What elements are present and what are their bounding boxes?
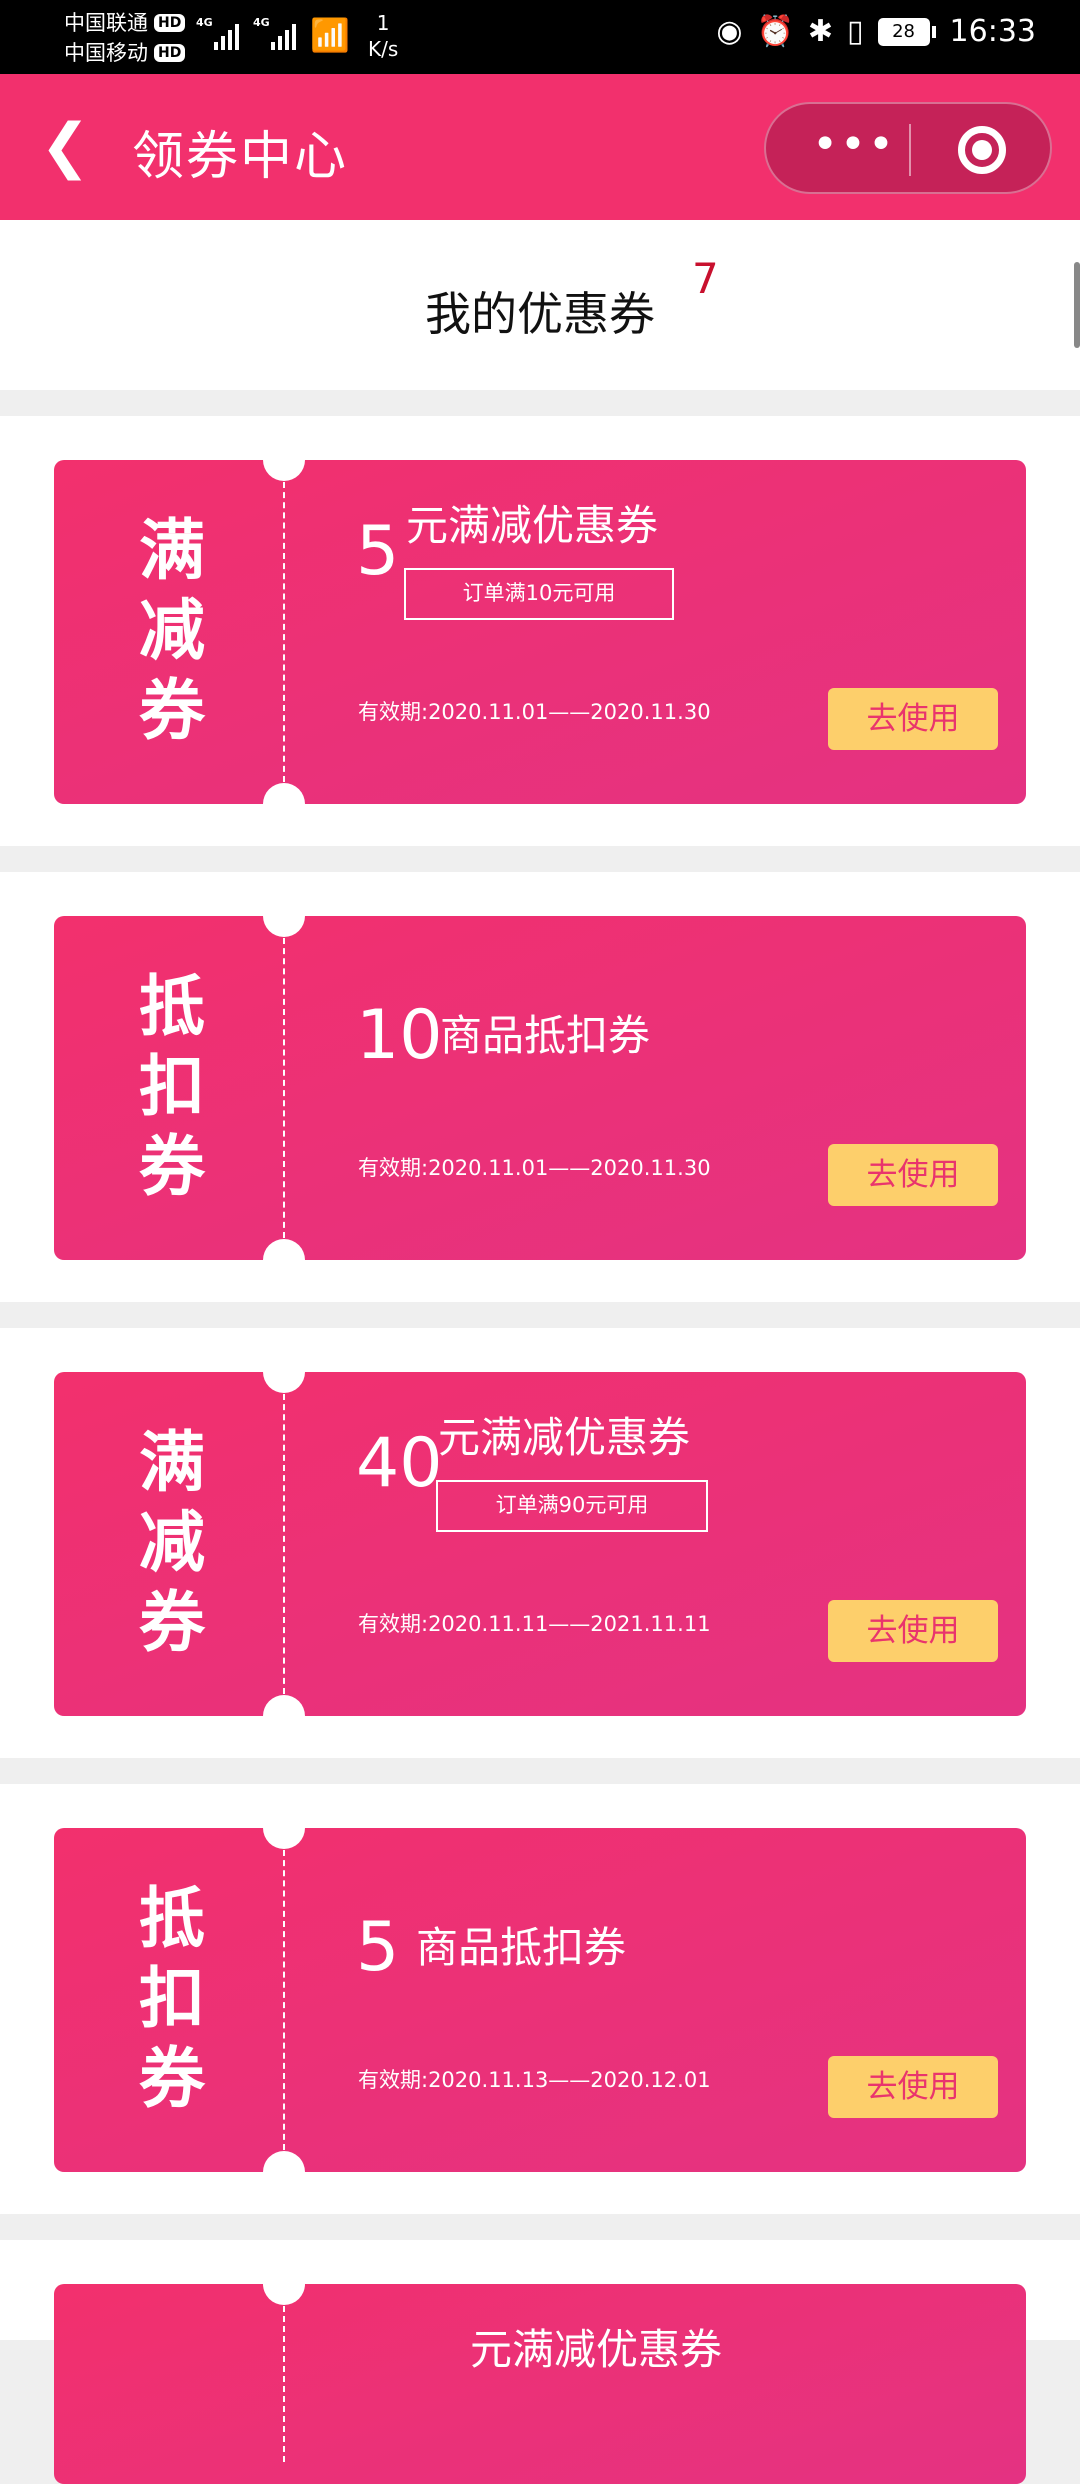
vibrate-icon: ▯ (847, 14, 864, 49)
use-button[interactable]: 去使用 (828, 1600, 998, 1662)
signal-indicators: 4G 4G 📶 (196, 16, 350, 54)
divider (283, 1850, 285, 2150)
notch (263, 1239, 305, 1281)
divider (283, 1394, 285, 1694)
coupon-title: 元满减优惠券 (406, 501, 659, 550)
coupon-header: 我的优惠券 7 (0, 220, 1080, 390)
coupon-section: 满减券 40 元满减优惠券 订单满90元可用 有效期:2020.11.11——2… (0, 1328, 1080, 1758)
coupon-section: 抵扣券 5 商品抵扣券 有效期:2020.11.13——2020.12.01 去… (0, 1784, 1080, 2214)
coupon-section: 元满减优惠券 (0, 2240, 1080, 2484)
coupon-validity: 有效期:2020.11.13——2020.12.01 (358, 2068, 711, 2092)
eye-icon: ◉ (716, 14, 743, 49)
use-button[interactable]: 去使用 (828, 688, 998, 750)
divider (283, 2306, 285, 2462)
coupon-title: 商品抵扣券 (440, 1011, 651, 1060)
section-title: 我的优惠券 (425, 287, 655, 341)
signal-icon: 4G (196, 16, 239, 50)
notch (263, 1807, 305, 1849)
network-speed: 1 K/s (368, 11, 399, 61)
wifi-icon: 📶 (310, 16, 350, 54)
carrier-info: 中国联通 HD 中国移动 HD (64, 8, 186, 68)
coupon-amount: 5 (356, 1908, 400, 1987)
coupon-card: 抵扣券 5 商品抵扣券 有效期:2020.11.13——2020.12.01 去… (54, 1807, 1026, 2193)
capsule-divider (909, 124, 911, 176)
coupon-title: 元满减优惠券 (438, 1413, 691, 1462)
coupon-condition: 订单满90元可用 (436, 1480, 708, 1532)
carrier-2: 中国移动 (64, 41, 148, 65)
coupon-condition: 订单满10元可用 (404, 568, 674, 620)
status-bar: 中国联通 HD 中国移动 HD 4G 4G 📶 1 K/s ◉ ⏰ ✱ ▯ 28 16… (0, 0, 1080, 74)
use-button[interactable]: 去使用 (828, 1144, 998, 1206)
divider (283, 938, 285, 1238)
coupon-amount: 40 (356, 1424, 443, 1503)
nav-bar: ❮ 领券中心 ••• (0, 74, 1080, 220)
coupon-title: 元满减优惠券 (470, 2325, 723, 2374)
notch (263, 2263, 305, 2305)
notch (263, 439, 305, 481)
notch (263, 1695, 305, 1737)
notch (263, 1351, 305, 1393)
mini-program-capsule: ••• (764, 102, 1052, 194)
coupon-type-label: 满减券 (139, 1423, 205, 1661)
clock: 16:33 (949, 14, 1036, 49)
notch (263, 783, 305, 825)
battery-icon: 28 (877, 17, 936, 46)
coupon-type-label: 满减券 (139, 511, 205, 749)
coupon-type-label: 抵扣券 (139, 967, 205, 1205)
coupon-amount: 10 (356, 996, 443, 1075)
coupon-type-label: 抵扣券 (139, 1879, 205, 2117)
hd-badge: HD (154, 44, 186, 62)
divider (283, 482, 285, 782)
coupon-card: 元满减优惠券 (54, 2263, 1026, 2484)
coupon-validity: 有效期:2020.11.01——2020.11.30 (358, 700, 711, 724)
use-button[interactable]: 去使用 (828, 2056, 998, 2118)
coupon-validity: 有效期:2020.11.01——2020.11.30 (358, 1156, 711, 1180)
carrier-1: 中国联通 (64, 11, 148, 35)
alarm-icon: ⏰ (756, 14, 794, 49)
hd-badge: HD (154, 14, 186, 32)
coupon-card: 满减券 5 元满减优惠券 订单满10元可用 有效期:2020.11.01——20… (54, 439, 1026, 825)
notch (263, 2151, 305, 2193)
status-right: ◉ ⏰ ✱ ▯ 28 16:33 (716, 14, 1036, 49)
coupon-card: 满减券 40 元满减优惠券 订单满90元可用 有效期:2020.11.11——2… (54, 1351, 1026, 1737)
coupon-title: 商品抵扣券 (416, 1923, 627, 1972)
page-title: 领券中心 (132, 127, 349, 187)
coupon-amount: 5 (356, 512, 400, 591)
notch (263, 895, 305, 937)
signal-icon: 4G (253, 16, 296, 50)
coupon-card: 抵扣券 10 商品抵扣券 有效期:2020.11.01——2020.11.30 … (54, 895, 1026, 1281)
coupon-section: 抵扣券 10 商品抵扣券 有效期:2020.11.01——2020.11.30 … (0, 872, 1080, 1302)
chevron-left-icon[interactable]: ❮ (40, 116, 90, 176)
scrollbar[interactable] (1074, 262, 1080, 348)
coupon-validity: 有效期:2020.11.11——2021.11.11 (358, 1612, 711, 1636)
coupon-count: 7 (692, 254, 719, 303)
more-button[interactable]: ••• (804, 120, 904, 178)
coupon-section: 满减券 5 元满减优惠券 订单满10元可用 有效期:2020.11.01——20… (0, 416, 1080, 846)
target-icon[interactable] (958, 126, 1006, 174)
bluetooth-icon: ✱ (807, 14, 834, 49)
